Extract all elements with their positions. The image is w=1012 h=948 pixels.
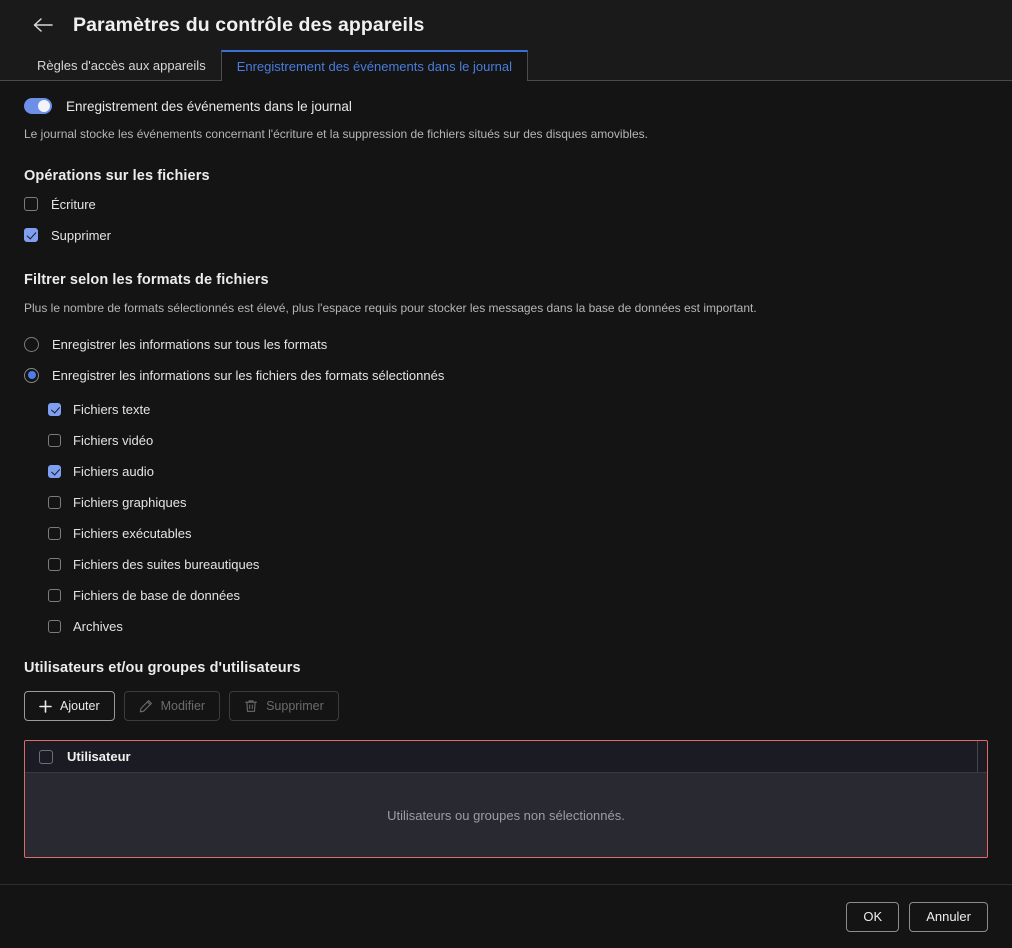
cancel-button[interactable]: Annuler	[909, 902, 988, 932]
checkbox-fichiers-executables[interactable]	[48, 527, 61, 540]
checkbox-fichiers-texte[interactable]	[48, 403, 61, 416]
logging-toggle-switch[interactable]	[24, 98, 52, 114]
column-separator[interactable]	[977, 741, 978, 772]
radio-label: Enregistrer les informations sur les fic…	[52, 368, 444, 383]
checkbox-label: Supprimer	[51, 228, 111, 243]
checkbox-label: Fichiers exécutables	[73, 526, 192, 541]
select-all-users-checkbox[interactable]	[39, 750, 53, 764]
checkbox-row-archives[interactable]: Archives	[48, 615, 988, 637]
checkbox-row-fichiers-audio[interactable]: Fichiers audio	[48, 460, 988, 482]
section-title-file-operations: Opérations sur les fichiers	[24, 168, 988, 184]
ok-button[interactable]: OK	[846, 902, 899, 932]
section-title-users: Utilisateurs et/ou groupes d'utilisateur…	[24, 660, 988, 676]
checkbox-label: Archives	[73, 619, 123, 634]
checkbox-row-ecriture[interactable]: Écriture	[24, 193, 988, 215]
checkbox-row-supprimer[interactable]: Supprimer	[24, 224, 988, 246]
users-table-header-row: Utilisateur	[25, 741, 987, 773]
checkbox-row-fichiers-bureautiques[interactable]: Fichiers des suites bureautiques	[48, 553, 988, 575]
format-filter-description: Plus le nombre de formats sélectionnés e…	[24, 301, 988, 316]
edit-user-button[interactable]: Modifier	[124, 691, 220, 721]
checkbox-label: Fichiers vidéo	[73, 433, 153, 448]
checkbox-supprimer[interactable]	[24, 228, 38, 242]
checkbox-label: Écriture	[51, 197, 96, 212]
logging-toggle-row[interactable]: Enregistrement des événements dans le jo…	[24, 81, 988, 114]
tab-bar: Règles d'accès aux appareils Enregistrem…	[0, 50, 1012, 81]
header-title-row: Paramètres du contrôle des appareils	[0, 0, 1012, 50]
section-title-format-filter: Filtrer selon les formats de fichiers	[24, 272, 988, 288]
checkbox-fichiers-graphiques[interactable]	[48, 496, 61, 509]
checkbox-label: Fichiers des suites bureautiques	[73, 557, 259, 572]
radio-all-formats[interactable]	[24, 337, 39, 352]
checkbox-label: Fichiers audio	[73, 464, 154, 479]
checkbox-row-fichiers-texte[interactable]: Fichiers texte	[48, 398, 988, 420]
checkbox-row-fichiers-base-de-donnees[interactable]: Fichiers de base de données	[48, 584, 988, 606]
checkbox-fichiers-audio[interactable]	[48, 465, 61, 478]
checkbox-ecriture[interactable]	[24, 197, 38, 211]
back-arrow-icon[interactable]	[30, 12, 56, 38]
trash-icon	[244, 699, 258, 713]
radio-selected-formats[interactable]	[24, 368, 39, 383]
tab-label: Enregistrement des événements dans le jo…	[237, 59, 512, 74]
radio-row-selected-formats[interactable]: Enregistrer les informations sur les fic…	[24, 364, 988, 386]
button-label: Modifier	[161, 699, 205, 713]
tab-event-logging[interactable]: Enregistrement des événements dans le jo…	[221, 50, 528, 81]
delete-user-button[interactable]: Supprimer	[229, 691, 339, 721]
radio-row-all-formats[interactable]: Enregistrer les informations sur tous le…	[24, 333, 988, 355]
dialog-content: Enregistrement des événements dans le jo…	[0, 81, 1012, 884]
page-title: Paramètres du contrôle des appareils	[73, 14, 425, 37]
logging-description: Le journal stocke les événements concern…	[24, 127, 988, 142]
dialog-header: Paramètres du contrôle des appareils Règ…	[0, 0, 1012, 81]
users-table-empty-message: Utilisateurs ou groupes non sélectionnés…	[387, 808, 625, 823]
users-table-body: Utilisateurs ou groupes non sélectionnés…	[25, 773, 987, 857]
checkbox-archives[interactable]	[48, 620, 61, 633]
checkbox-row-fichiers-graphiques[interactable]: Fichiers graphiques	[48, 491, 988, 513]
checkbox-label: Fichiers texte	[73, 402, 150, 417]
tab-label: Règles d'accès aux appareils	[37, 58, 206, 73]
checkbox-fichiers-bureautiques[interactable]	[48, 558, 61, 571]
checkbox-label: Fichiers graphiques	[73, 495, 186, 510]
users-table-column-header: Utilisateur	[67, 749, 131, 764]
button-label: Ajouter	[60, 699, 100, 713]
pencil-icon	[139, 699, 153, 713]
checkbox-fichiers-video[interactable]	[48, 434, 61, 447]
users-table: Utilisateur Utilisateurs ou groupes non …	[24, 740, 988, 858]
checkbox-row-fichiers-video[interactable]: Fichiers vidéo	[48, 429, 988, 451]
users-toolbar: Ajouter Modifier	[24, 691, 988, 721]
checkbox-fichiers-base-de-donnees[interactable]	[48, 589, 61, 602]
plus-icon	[39, 700, 52, 713]
device-control-settings-dialog: Paramètres du contrôle des appareils Règ…	[0, 0, 1012, 948]
logging-toggle-label: Enregistrement des événements dans le jo…	[66, 99, 352, 114]
checkbox-label: Fichiers de base de données	[73, 588, 240, 603]
tab-device-access-rules[interactable]: Règles d'accès aux appareils	[22, 50, 221, 81]
toggle-knob	[38, 100, 50, 112]
radio-label: Enregistrer les informations sur tous le…	[52, 337, 327, 352]
checkbox-row-fichiers-executables[interactable]: Fichiers exécutables	[48, 522, 988, 544]
button-label: Supprimer	[266, 699, 324, 713]
dialog-footer: OK Annuler	[0, 884, 1012, 948]
add-user-button[interactable]: Ajouter	[24, 691, 115, 721]
